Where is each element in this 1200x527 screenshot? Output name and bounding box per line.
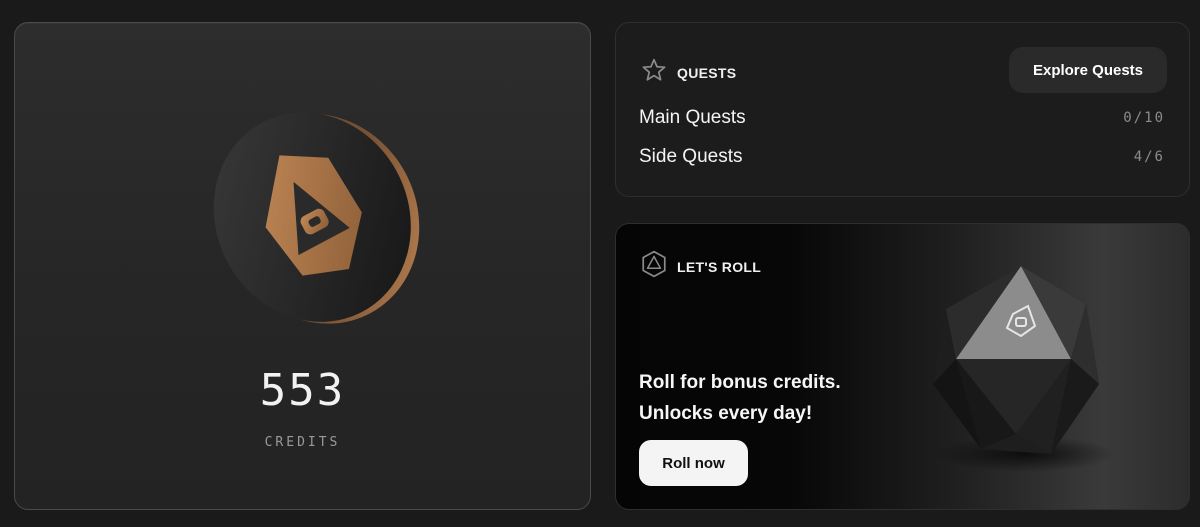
credits-value: 553 xyxy=(259,365,346,416)
credits-card: 553 CREDITS xyxy=(14,22,591,510)
quest-row-main[interactable]: Main Quests 0/10 xyxy=(639,107,1165,129)
quest-name: Main Quests xyxy=(639,107,746,128)
quests-card: QUESTS Explore Quests Main Quests 0/10 S… xyxy=(615,22,1190,197)
quest-name: Side Quests xyxy=(639,146,743,167)
roll-line-1: Roll for bonus credits. xyxy=(639,372,841,393)
quest-progress: 4/6 xyxy=(1133,149,1165,165)
roll-header: LET'S ROLL xyxy=(641,250,761,283)
roll-title: LET'S ROLL xyxy=(677,258,762,275)
roll-now-button[interactable]: Roll now xyxy=(639,440,748,486)
roll-description: Roll for bonus credits. Unlocks every da… xyxy=(639,367,841,429)
star-icon xyxy=(641,57,667,88)
explore-quests-button[interactable]: Explore Quests xyxy=(1009,47,1167,93)
credits-label: CREDITS xyxy=(264,435,341,450)
roll-card: LET'S ROLL Roll for bonus credits. Unloc… xyxy=(615,223,1190,510)
quest-row-side[interactable]: Side Quests 4/6 xyxy=(639,146,1165,168)
quests-title: QUESTS xyxy=(677,64,737,81)
credit-coin-icon xyxy=(205,103,425,333)
quests-header: QUESTS xyxy=(641,57,736,88)
roll-line-2: Unlocks every day! xyxy=(639,403,813,424)
d20-dice-image xyxy=(921,254,1121,474)
quest-progress: 0/10 xyxy=(1123,110,1165,126)
d20-icon xyxy=(641,250,667,283)
